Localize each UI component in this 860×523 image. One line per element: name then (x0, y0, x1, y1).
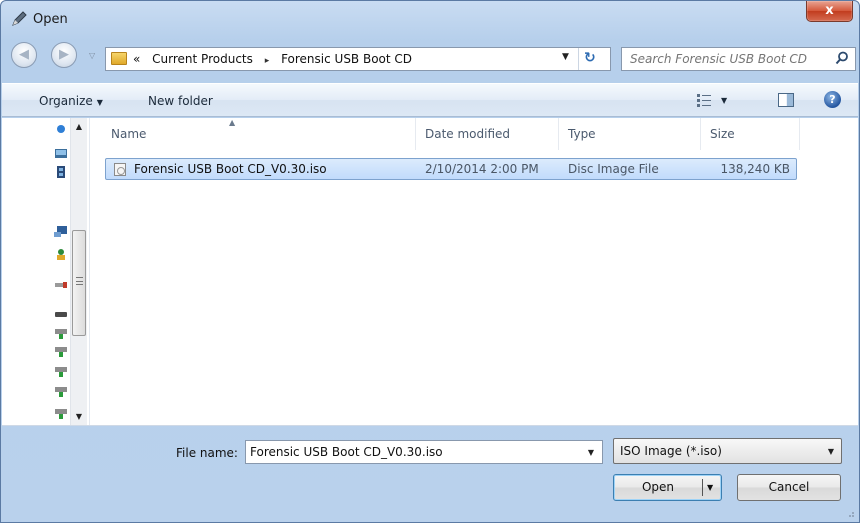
filename-dropdown-icon[interactable]: ▼ (588, 448, 594, 457)
disc-image-icon (114, 163, 126, 176)
file-row[interactable]: Forensic USB Boot CD_V0.30.iso 2/10/2014… (105, 158, 797, 180)
folder-icon (111, 52, 127, 65)
search-box (621, 47, 856, 71)
chevron-down-icon: ▼ (827, 447, 834, 456)
search-icon[interactable] (835, 51, 849, 65)
file-type-filter-value: ISO Image (*.iso) (620, 444, 722, 458)
resize-grip-icon[interactable] (845, 508, 855, 518)
split-divider (702, 479, 703, 496)
title-bar[interactable]: Open x (1, 1, 859, 35)
network-drive-icon[interactable] (54, 408, 68, 420)
chevron-down-icon: ▼ (96, 98, 103, 107)
column-header-date-modified[interactable]: Date modified (425, 127, 510, 141)
column-header-name[interactable]: Name (111, 127, 146, 141)
cancel-button[interactable]: Cancel (737, 474, 841, 501)
back-button[interactable]: ◀ (11, 42, 37, 68)
grip-icon (76, 277, 83, 285)
help-icon[interactable]: ? (824, 91, 841, 108)
favorites-icon[interactable] (54, 122, 68, 134)
breadcrumb-item-current-products[interactable]: Current Products (152, 52, 253, 66)
view-options-dropdown-icon[interactable]: ▼ (721, 96, 727, 105)
organize-label: Organize (39, 94, 93, 108)
file-size: 138,240 KB (720, 162, 790, 176)
network-drive-icon[interactable] (54, 386, 68, 398)
filename-input[interactable] (246, 441, 576, 463)
videos-icon[interactable] (54, 166, 68, 178)
close-button[interactable]: x (806, 1, 853, 22)
open-button-label: Open (641, 480, 675, 494)
file-name: Forensic USB Boot CD_V0.30.iso (134, 162, 327, 176)
scroll-up-icon[interactable]: ▲ (71, 118, 87, 135)
usb-drive-icon[interactable] (54, 278, 68, 290)
command-bar: Organize ▼ New folder ▼ ? (2, 83, 858, 117)
column-divider[interactable] (799, 118, 800, 150)
content-area: ▲ ▼ ▲ Name Date modified Type Size Foren… (2, 118, 858, 426)
network-drive-icon[interactable] (54, 366, 68, 378)
filename-combobox: ▼ (245, 440, 603, 464)
column-divider[interactable] (700, 118, 701, 150)
column-header-size[interactable]: Size (710, 127, 735, 141)
breadcrumb-overflow[interactable]: « (133, 52, 140, 66)
file-type-filter[interactable]: ISO Image (*.iso) ▼ (613, 438, 842, 464)
network-drive-icon[interactable] (54, 328, 68, 340)
address-dropdown-icon[interactable]: ▼ (562, 52, 569, 62)
navigation-pane: ▲ ▼ (2, 118, 90, 425)
refresh-icon[interactable]: ↻ (584, 50, 596, 66)
file-date: 2/10/2014 2:00 PM (425, 162, 539, 176)
scroll-down-icon[interactable]: ▼ (71, 408, 87, 425)
breadcrumb-item-forensic-usb-boot-cd[interactable]: Forensic USB Boot CD (281, 52, 412, 66)
change-view-icon[interactable] (697, 94, 711, 107)
file-list: ▲ Name Date modified Type Size Forensic … (91, 118, 858, 425)
preview-pane-icon[interactable] (778, 93, 794, 107)
scrollbar-thumb[interactable] (72, 230, 86, 336)
forward-button[interactable]: ▶ (51, 42, 77, 68)
search-input[interactable] (622, 48, 832, 70)
desktop-icon[interactable] (54, 148, 68, 160)
column-divider[interactable] (415, 118, 416, 150)
drive-icon[interactable] (54, 308, 68, 320)
organize-button[interactable]: Organize ▼ (39, 94, 103, 108)
divider (578, 48, 579, 70)
filename-label: File name: (176, 446, 238, 460)
address-bar[interactable]: « Current Products ▸ Forensic USB Boot C… (105, 47, 611, 71)
user-folder-icon[interactable] (54, 248, 68, 260)
network-computer-icon[interactable] (54, 226, 68, 238)
open-dialog: Open x ◀ ▶ ▽ « Current Products ▸ Forens… (0, 0, 860, 523)
column-header-type[interactable]: Type (568, 127, 596, 141)
breadcrumb: « Current Products ▸ Forensic USB Boot C… (133, 52, 412, 66)
open-button[interactable]: Open ▼ (613, 474, 722, 501)
navigation-scrollbar[interactable]: ▲ ▼ (70, 118, 87, 425)
chevron-right-icon[interactable]: ▸ (265, 56, 270, 66)
sort-ascending-icon: ▲ (229, 118, 236, 127)
recent-locations-dropdown-icon[interactable]: ▽ (89, 51, 99, 61)
column-divider[interactable] (558, 118, 559, 150)
back-arrow-icon: ◀ (19, 47, 29, 62)
file-type: Disc Image File (568, 162, 659, 176)
forward-arrow-icon: ▶ (59, 47, 69, 62)
pen-icon (12, 11, 27, 26)
network-drive-icon[interactable] (54, 346, 68, 358)
open-options-dropdown-icon[interactable]: ▼ (707, 475, 713, 500)
new-folder-button[interactable]: New folder (148, 94, 213, 108)
window-title: Open (33, 12, 68, 27)
